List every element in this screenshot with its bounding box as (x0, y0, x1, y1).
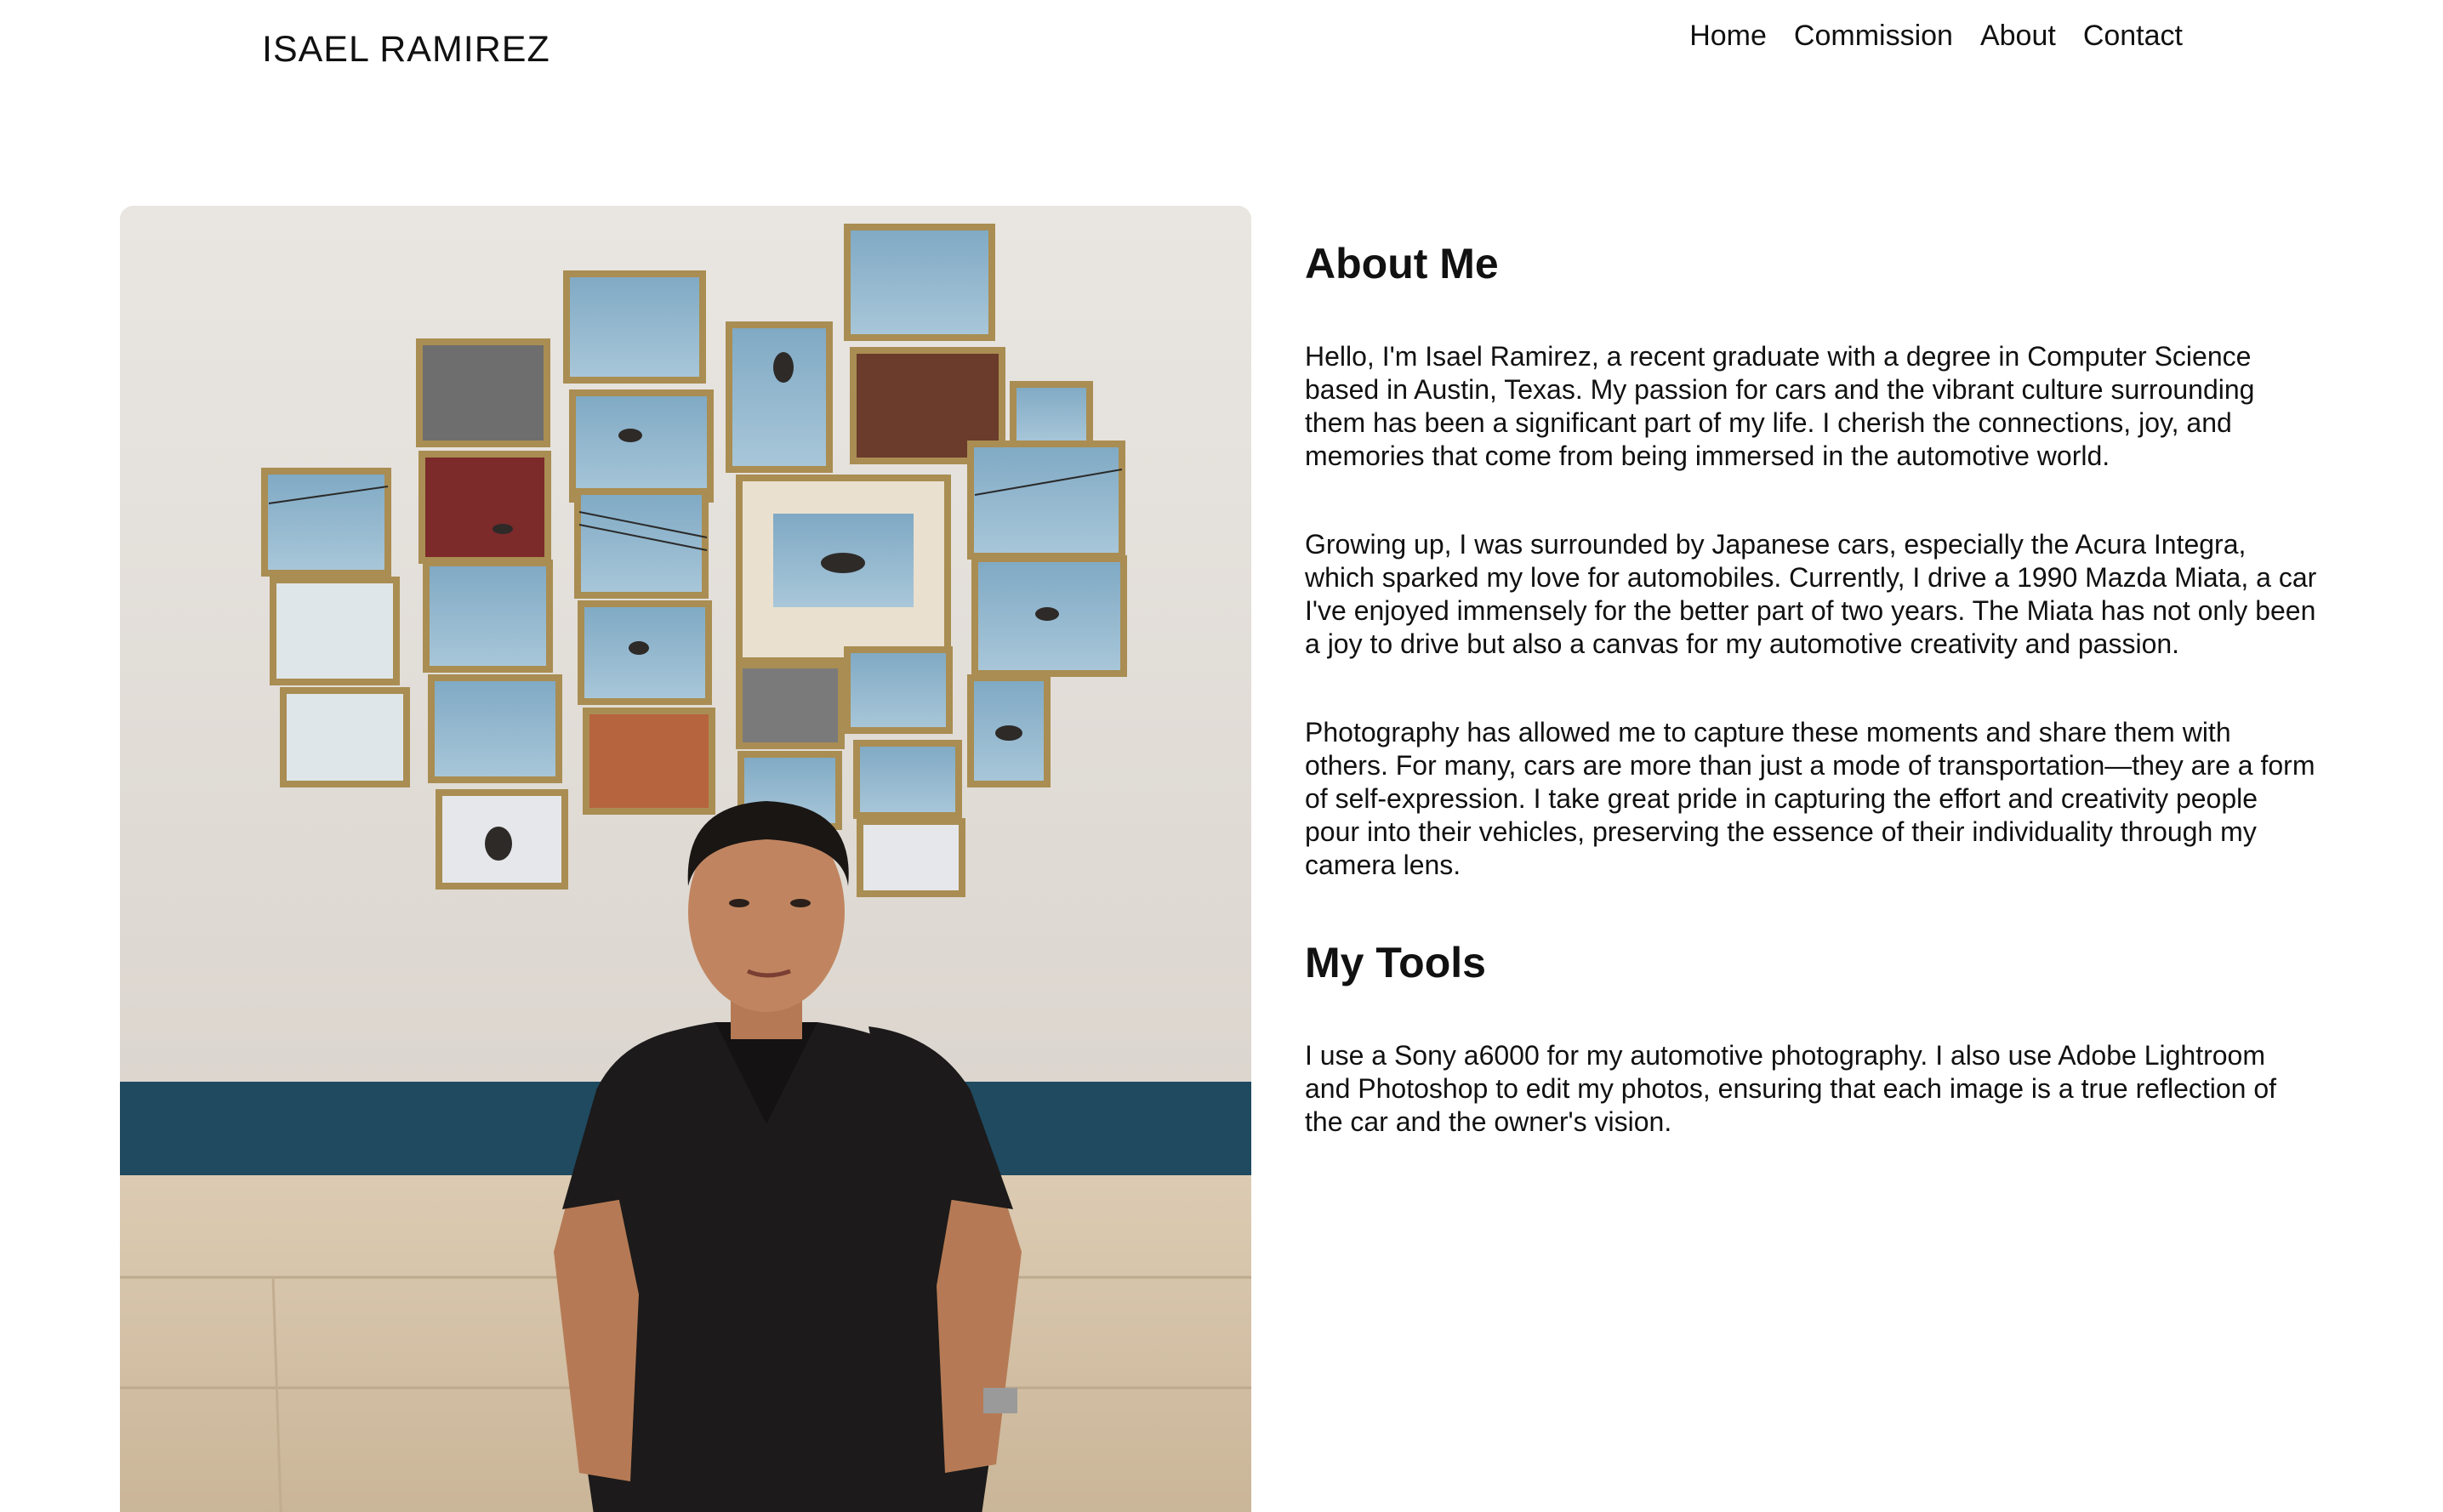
site-title[interactable]: ISAEL RAMIREZ (262, 26, 550, 73)
nav-link-home[interactable]: Home (1689, 15, 1767, 56)
nav-link-commission[interactable]: Commission (1794, 15, 1953, 56)
nav-item-about: About (1980, 15, 2056, 56)
about-paragraph-1: Hello, I'm Isael Ramirez, a recent gradu… (1305, 341, 2255, 471)
tools-heading: My Tools (1305, 939, 1486, 986)
about-content: About Me Hello, I'm Isael Ramirez, a rec… (1305, 238, 2317, 1139)
page: ISAEL RAMIREZ Home Commission About Cont… (0, 0, 2443, 1512)
nav-item-commission: Commission (1794, 15, 1953, 56)
nav-item-contact: Contact (2083, 15, 2183, 56)
nav-link-about[interactable]: About (1980, 15, 2056, 56)
nav-item-home: Home (1689, 15, 1767, 56)
about-paragraph-2: Growing up, I was surrounded by Japanese… (1305, 529, 2317, 659)
portrait-photo (120, 206, 1251, 1512)
nav-link-contact[interactable]: Contact (2083, 15, 2183, 56)
about-paragraph-3: Photography has allowed me to capture th… (1305, 717, 2315, 880)
tools-paragraph: I use a Sony a6000 for my automotive pho… (1305, 1040, 2277, 1137)
about-heading: About Me (1305, 240, 1499, 287)
main-nav: Home Commission About Contact (1689, 15, 2183, 56)
portrait-illustration (120, 206, 1251, 1512)
